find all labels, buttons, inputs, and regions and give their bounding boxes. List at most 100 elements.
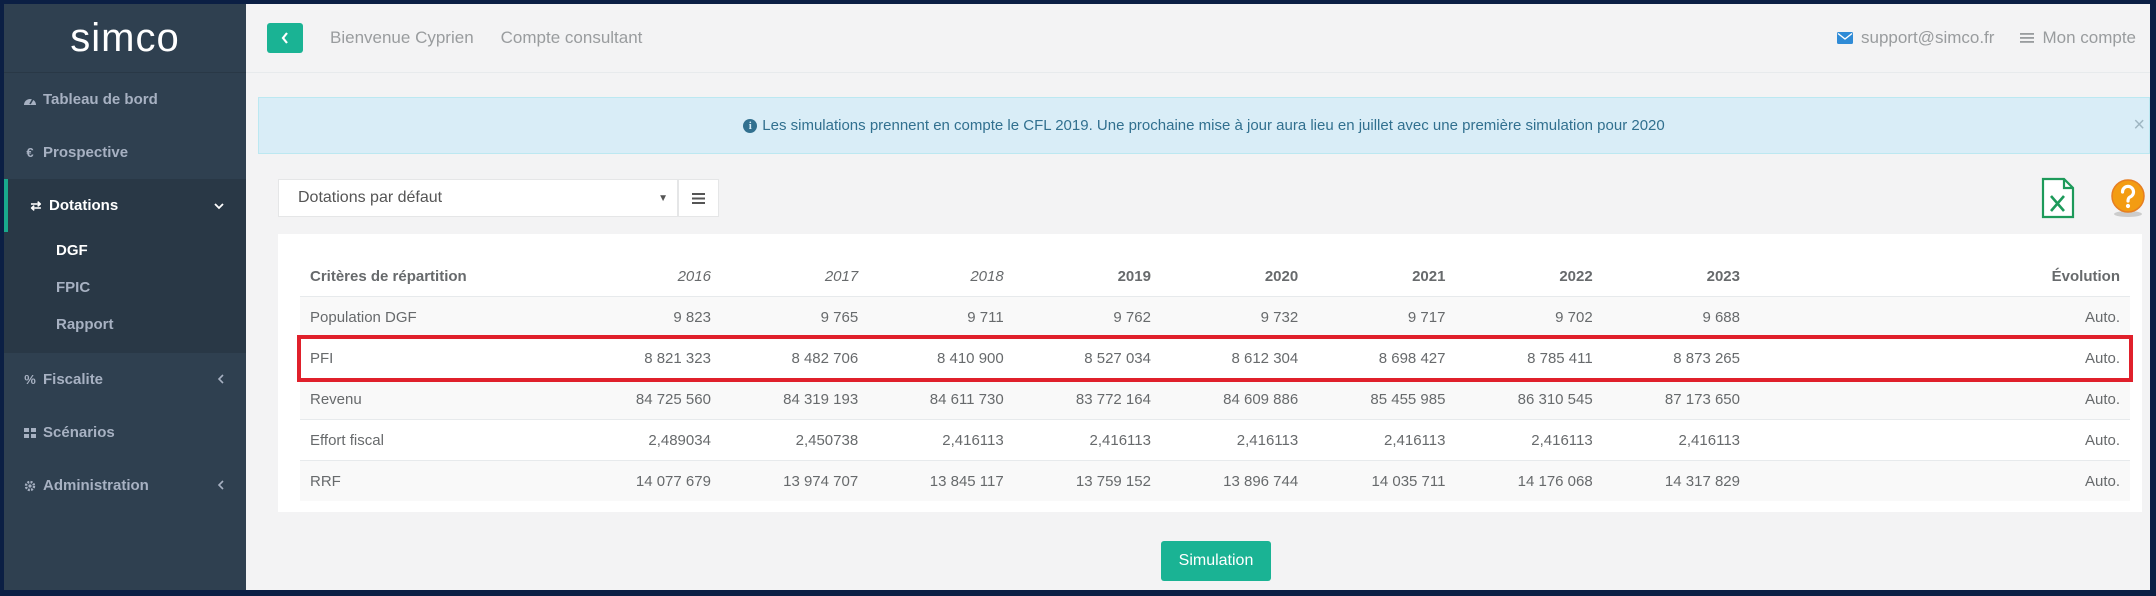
table-cell: 9 762 xyxy=(1013,296,1161,338)
table-cell: 9 711 xyxy=(868,296,1014,338)
sidebar-subitem-fpic[interactable]: FPIC xyxy=(4,269,246,306)
table-cell: 14 035 711 xyxy=(1308,460,1456,501)
table-cell: 2,450738 xyxy=(720,419,869,461)
table-cell: 2,489034 xyxy=(573,419,721,461)
table-cell: 8 410 900 xyxy=(868,337,1014,379)
options-menu-button[interactable] xyxy=(678,179,719,217)
sidebar: simco Tableau de bord € Prospective ⇄ Do… xyxy=(4,4,246,590)
table-header-row: Critères de répartition 2016 2017 2018 2… xyxy=(300,256,2130,297)
table-cell: 13 845 117 xyxy=(868,460,1014,501)
envelope-icon xyxy=(1836,32,1853,44)
table-cell: 86 310 545 xyxy=(1455,378,1603,420)
column-header-2022: 2022 xyxy=(1455,256,1603,297)
info-icon: i xyxy=(743,118,758,133)
support-email-link[interactable]: support@simco.fr xyxy=(1836,28,1995,48)
table-cell: RRF xyxy=(300,460,574,501)
chevron-left-icon xyxy=(217,478,224,493)
sidebar-item-scenarios[interactable]: Scénarios xyxy=(4,406,246,459)
sidebar-submenu-dotations: DGF FPIC Rapport xyxy=(4,232,246,353)
table-cell: 8 821 323 xyxy=(573,337,721,379)
column-header-2018: 2018 xyxy=(868,256,1014,297)
table-cell: 9 823 xyxy=(573,296,721,338)
table-cell: 14 176 068 xyxy=(1455,460,1603,501)
repartition-table-panel: Critères de répartition 2016 2017 2018 2… xyxy=(278,234,2142,512)
close-icon[interactable]: × xyxy=(2133,114,2145,137)
table-cell: 8 873 265 xyxy=(1602,337,1750,379)
euro-icon: € xyxy=(26,145,34,160)
column-header-2019: 2019 xyxy=(1013,256,1161,297)
table-cell: 2,416113 xyxy=(868,419,1014,461)
simulation-button[interactable]: Simulation xyxy=(1161,541,1271,581)
column-header-2020: 2020 xyxy=(1160,256,1309,297)
table-cell: 2,416113 xyxy=(1602,419,1750,461)
sidebar-item-administration[interactable]: Administration xyxy=(4,459,246,512)
menu-icon xyxy=(2020,32,2035,44)
table-cell: 8 785 411 xyxy=(1455,337,1603,379)
chevron-left-icon xyxy=(217,372,224,387)
support-email-label: support@simco.fr xyxy=(1860,28,1995,47)
sidebar-item-label: Administration xyxy=(43,477,149,494)
table-cell: 14 317 829 xyxy=(1602,460,1750,501)
column-header-2021: 2021 xyxy=(1308,256,1456,297)
table-cell: 9 702 xyxy=(1455,296,1603,338)
sidebar-item-label: Dotations xyxy=(49,197,119,214)
table-row-highlighted: PFI 8 821 323 8 482 706 8 410 900 8 527 … xyxy=(297,334,2133,382)
table-cell: 84 609 886 xyxy=(1160,378,1309,420)
sidebar-item-label: Scénarios xyxy=(43,424,115,441)
welcome-text: Bienvenue Cyprien xyxy=(330,28,474,47)
logo[interactable]: simco xyxy=(4,4,246,73)
table-cell: 2,416113 xyxy=(1160,419,1309,461)
evolution-cell[interactable]: Auto. xyxy=(1750,337,2130,379)
evolution-cell[interactable]: Auto. xyxy=(1750,378,2130,420)
table-cell: 2,416113 xyxy=(1455,419,1603,461)
table-cell: 83 772 164 xyxy=(1013,378,1161,420)
dotations-select-value: Dotations par défaut xyxy=(298,189,443,206)
evolution-cell[interactable]: Auto. xyxy=(1750,419,2130,461)
table-row: RRF 14 077 679 13 974 707 13 845 117 13 … xyxy=(300,460,2130,501)
sidebar-item-dotations[interactable]: ⇄ Dotations xyxy=(4,179,246,232)
sidebar-subitem-rapport[interactable]: Rapport xyxy=(4,306,246,343)
evolution-cell[interactable]: Auto. xyxy=(1750,460,2130,501)
list-icon xyxy=(692,192,705,204)
info-alert-text: Les simulations prennent en compte le CF… xyxy=(762,117,1665,134)
table-cell: 13 974 707 xyxy=(720,460,869,501)
grid-icon xyxy=(22,427,38,438)
table-cell: 8 527 034 xyxy=(1013,337,1161,379)
column-header-evolution: Évolution xyxy=(1750,256,2130,297)
table-cell: 14 077 679 xyxy=(573,460,721,501)
table-cell: 87 173 650 xyxy=(1602,378,1750,420)
table-cell: Population DGF xyxy=(300,296,574,338)
table-cell: 85 455 985 xyxy=(1308,378,1456,420)
table-cell: 13 896 744 xyxy=(1160,460,1309,501)
sidebar-item-fiscalite[interactable]: % Fiscalite xyxy=(4,353,246,406)
table-cell: 8 698 427 xyxy=(1308,337,1456,379)
table-cell: 9 765 xyxy=(720,296,869,338)
sidebar-subitem-dgf[interactable]: DGF xyxy=(4,232,246,269)
table-cell: 84 725 560 xyxy=(573,378,721,420)
percent-icon: % xyxy=(24,372,36,387)
table-cell: 2,416113 xyxy=(1308,419,1456,461)
table-cell: 84 319 193 xyxy=(720,378,869,420)
caret-down-icon: ▼ xyxy=(658,192,668,204)
top-navbar: Bienvenue Cyprien Compte consultant supp… xyxy=(246,4,2150,73)
table-cell: 84 611 730 xyxy=(868,378,1014,420)
table-cell: 9 732 xyxy=(1160,296,1309,338)
sidebar-item-label: Prospective xyxy=(43,144,129,161)
sidebar-item-label: Tableau de bord xyxy=(43,91,158,108)
sidebar-item-tableau-de-bord[interactable]: Tableau de bord xyxy=(4,73,246,126)
top-right-links: support@simco.fr Mon compte xyxy=(1811,28,2136,48)
dotations-select[interactable]: Dotations par défaut ▼ xyxy=(278,179,678,217)
evolution-cell[interactable]: Auto. xyxy=(1750,296,2130,338)
table-cell: 8 612 304 xyxy=(1160,337,1309,379)
excel-export-icon[interactable] xyxy=(2040,177,2076,224)
sidebar-item-prospective[interactable]: € Prospective xyxy=(4,126,246,179)
info-alert: i Les simulations prennent en compte le … xyxy=(258,97,2150,154)
table-cell: 13 759 152 xyxy=(1013,460,1161,501)
column-header-2017: 2017 xyxy=(720,256,869,297)
table-cell: PFI xyxy=(300,337,574,379)
chevron-down-icon xyxy=(214,198,224,213)
help-icon[interactable] xyxy=(2110,178,2146,223)
sidebar-toggle-button[interactable] xyxy=(267,23,303,53)
my-account-link[interactable]: Mon compte xyxy=(2020,28,2136,48)
table-cell: 9 688 xyxy=(1602,296,1750,338)
